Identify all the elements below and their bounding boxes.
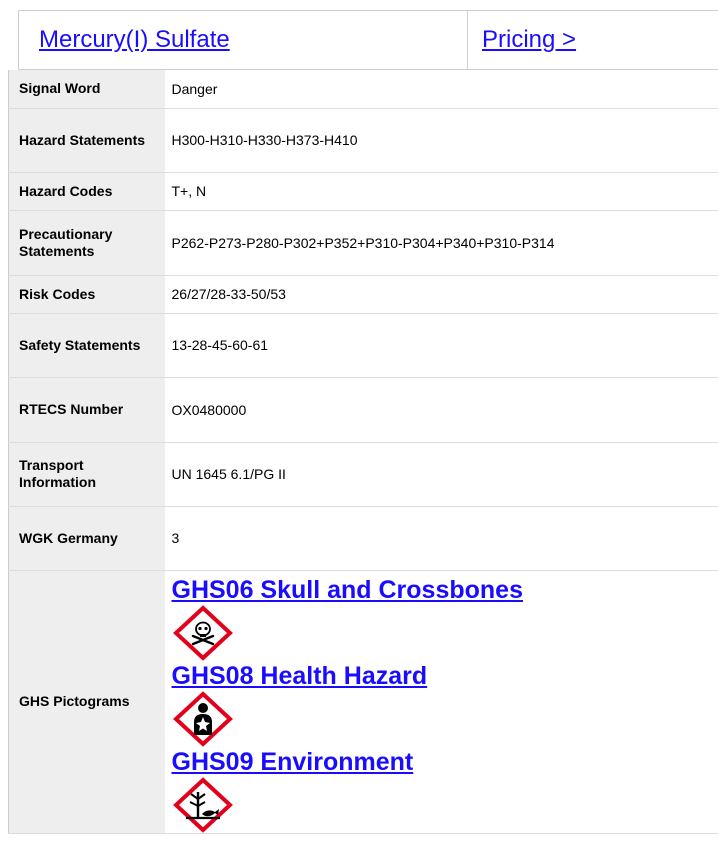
row-value-rtecs-number: OX0480000 [164,377,718,443]
safety-information-table: Signal Word Danger Hazard Statements H30… [8,70,718,834]
health-hazard-icon [172,690,233,747]
row-label-hazard-statements: Hazard Statements [8,108,165,173]
table-row: Safety Statements 13-28-45-60-61 [8,313,718,378]
skull-crossbones-icon [172,604,233,661]
row-value-transport-information: UN 1645 6.1/PG II [164,442,718,507]
row-label-signal-word: Signal Word [8,70,165,109]
compound-name-cell: Mercury(I) Sulfate [19,11,468,69]
row-label-rtecs-number: RTECS Number [8,377,165,443]
row-value-hazard-statements: H300-H310-H330-H373-H410 [164,108,718,173]
row-value-risk-codes: 26/27/28-33-50/53 [164,275,718,314]
row-value-ghs-pictograms: GHS06 Skull and Crossbones GHS08 Health … [164,570,718,834]
row-label-precautionary-statements: Precautionary Statements [8,210,165,276]
pricing-link[interactable]: Pricing > [482,26,576,54]
row-value-precautionary-statements: P262-P273-P280-P302+P352+P310-P304+P340+… [164,210,718,276]
row-label-hazard-codes: Hazard Codes [8,172,165,211]
row-label-wgk-germany: WGK Germany [8,506,165,571]
row-value-signal-word: Danger [164,70,718,109]
row-label-safety-statements: Safety Statements [8,313,165,378]
pricing-cell: Pricing > [468,11,718,69]
table-row: Hazard Codes T+, N [8,172,718,211]
ghs06-link[interactable]: GHS06 Skull and Crossbones [172,575,718,605]
table-row: Risk Codes 26/27/28-33-50/53 [8,275,718,314]
table-row: RTECS Number OX0480000 [8,377,718,443]
table-row: WGK Germany 3 [8,506,718,571]
ghs08-link[interactable]: GHS08 Health Hazard [172,661,718,691]
row-label-risk-codes: Risk Codes [8,275,165,314]
table-row: Precautionary Statements P262-P273-P280-… [8,210,718,276]
compound-name-link[interactable]: Mercury(I) Sulfate [39,26,230,54]
table-row: GHS Pictograms GHS06 Skull and Crossbone… [8,570,718,834]
row-value-hazard-codes: T+, N [164,172,718,211]
compound-header-bar: Mercury(I) Sulfate Pricing > [18,10,718,70]
table-row: Transport Information UN 1645 6.1/PG II [8,442,718,507]
table-row: Hazard Statements H300-H310-H330-H373-H4… [8,108,718,173]
ghs09-link[interactable]: GHS09 Environment [172,747,718,777]
row-label-transport-information: Transport Information [8,442,165,507]
table-row: Signal Word Danger [8,70,718,109]
row-label-ghs-pictograms: GHS Pictograms [8,570,165,834]
environment-icon [172,776,233,832]
row-value-safety-statements: 13-28-45-60-61 [164,313,718,378]
row-value-wgk-germany: 3 [164,506,718,571]
